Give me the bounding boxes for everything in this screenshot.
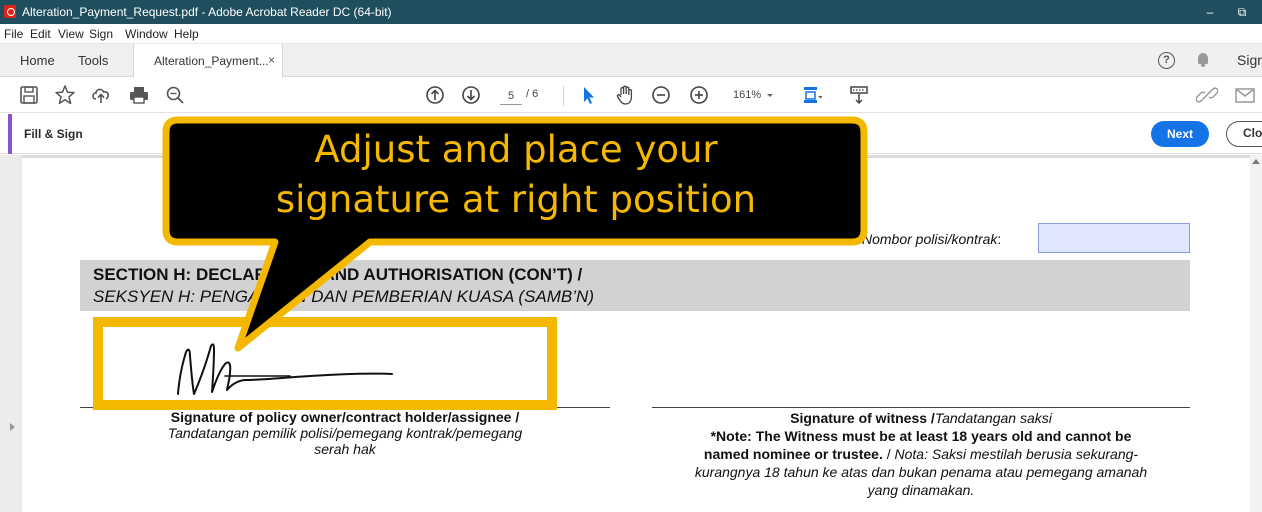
tab-document-label: Alteration_Payment... <box>154 54 269 68</box>
notification-bell-icon[interactable] <box>1197 53 1209 67</box>
page-down-icon[interactable] <box>460 84 482 106</box>
fill-sign-title: Fill & Sign <box>24 127 83 141</box>
restore-button[interactable]: ⧉ <box>1232 3 1252 21</box>
select-arrow-icon[interactable] <box>578 84 600 106</box>
save-icon[interactable] <box>18 84 40 106</box>
policy-number-label: Nombor polisi/kontrak: <box>862 231 1002 247</box>
next-button[interactable]: Next <box>1151 121 1209 147</box>
menu-edit[interactable]: Edit <box>30 27 51 41</box>
link-icon[interactable] <box>1196 84 1218 106</box>
fill-sign-accent <box>8 114 12 154</box>
callout-line-1: Adjust and place your <box>314 128 718 171</box>
toolbar-divider <box>563 86 564 106</box>
tab-tools[interactable]: Tools <box>78 53 108 68</box>
left-panel-toggle[interactable] <box>0 155 22 512</box>
mail-icon[interactable] <box>1234 84 1256 106</box>
fit-page-icon[interactable] <box>800 84 822 106</box>
witness-signature-line <box>652 407 1190 408</box>
expand-panel-icon[interactable] <box>10 423 15 431</box>
witness-signature-caption: Signature of witness /Tandatangan saksi … <box>694 410 1148 498</box>
tab-document[interactable]: Alteration_Payment... × <box>133 44 283 77</box>
acrobat-window: Alteration_Payment_Request.pdf - Adobe A… <box>0 0 1262 512</box>
hand-icon[interactable] <box>614 84 636 106</box>
close-button[interactable]: Close <box>1226 121 1262 147</box>
close-tab-icon[interactable]: × <box>268 53 275 67</box>
main-toolbar: 5 / 6 161% <box>0 77 1262 113</box>
zoom-in-icon[interactable] <box>688 84 710 106</box>
menu-view[interactable]: View <box>58 27 84 41</box>
menu-help[interactable]: Help <box>174 27 199 41</box>
vertical-scrollbar[interactable] <box>1250 155 1262 512</box>
sign-in-link[interactable]: Sign In <box>1237 52 1262 68</box>
acrobat-app-icon <box>4 5 16 18</box>
title-bar: Alteration_Payment_Request.pdf - Adobe A… <box>0 0 1262 24</box>
owner-signature-caption: Signature of policy owner/contract holde… <box>167 409 523 457</box>
callout-text: Adjust and place your signature at right… <box>178 125 854 225</box>
page-number-input[interactable]: 5 <box>500 87 522 105</box>
minimize-button[interactable]: – <box>1200 3 1220 21</box>
policy-number-field[interactable] <box>1038 223 1190 253</box>
zoom-dropdown-icon[interactable] <box>765 88 775 102</box>
menu-bar: File Edit View Sign Window Help <box>0 24 1262 44</box>
scroll-up-icon[interactable] <box>1252 159 1260 164</box>
help-icon[interactable]: ? <box>1158 52 1175 69</box>
read-mode-icon[interactable] <box>848 84 870 106</box>
menu-file[interactable]: File <box>4 27 23 41</box>
window-title: Alteration_Payment_Request.pdf - Adobe A… <box>22 5 392 19</box>
tab-home[interactable]: Home <box>20 53 55 68</box>
menu-sign[interactable]: Sign <box>89 27 113 41</box>
zoom-out-icon[interactable] <box>650 84 672 106</box>
cloud-upload-icon[interactable] <box>90 84 112 106</box>
page-total: / 6 <box>526 88 539 100</box>
page-up-icon[interactable] <box>424 84 446 106</box>
tab-bar: Home Tools Alteration_Payment... × ? Sig… <box>0 44 1262 77</box>
print-icon[interactable] <box>128 84 150 106</box>
star-icon[interactable] <box>54 84 76 106</box>
callout-line-2: signature at right position <box>275 178 757 221</box>
zoom-level[interactable]: 161% <box>733 89 761 101</box>
menu-window[interactable]: Window <box>125 27 168 41</box>
zoom-search-icon[interactable] <box>164 84 186 106</box>
